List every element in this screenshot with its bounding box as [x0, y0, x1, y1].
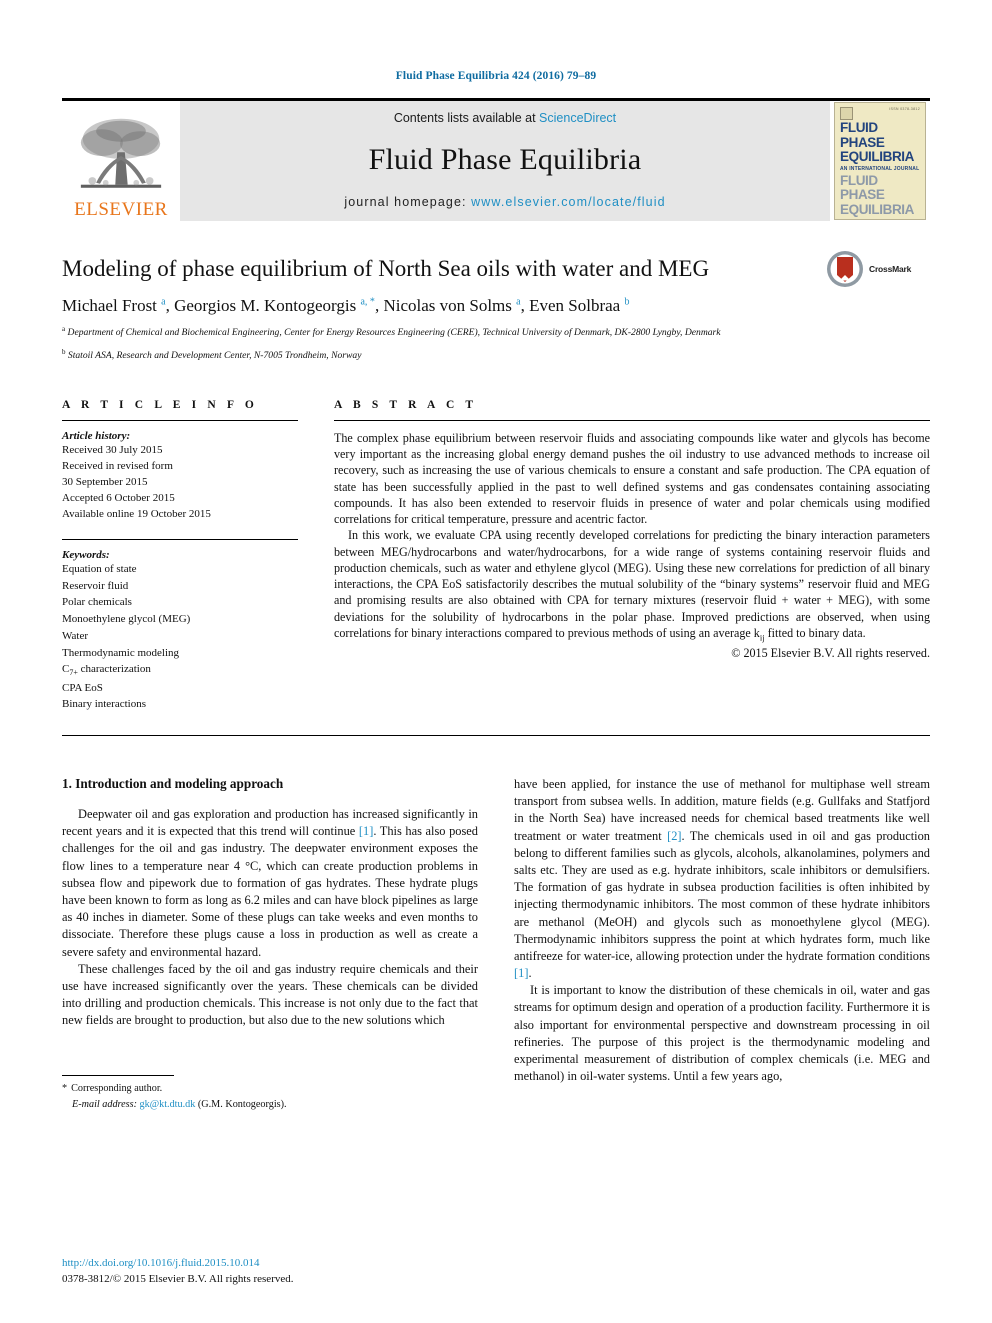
affiliation-a: a Department of Chemical and Biochemical…	[62, 325, 930, 340]
history-item: Available online 19 October 2015	[62, 508, 211, 520]
email-address-label: E-mail address:	[72, 1098, 137, 1110]
divider	[62, 419, 298, 421]
author-mark: a, *	[360, 296, 375, 308]
section-heading-introduction: 1. Introduction and modeling approach	[62, 776, 284, 792]
article-history-label: Article history:	[62, 429, 131, 442]
journal-cover-block: ISSN 0378-3812 FLUID PHASE EQUILIBRIA AN…	[830, 101, 930, 221]
keyword-item: CPA EoS	[62, 681, 103, 694]
affiliation-mark: a	[62, 325, 66, 334]
abstract-copyright: © 2015 Elsevier B.V. All rights reserved…	[731, 645, 930, 660]
asterisk-icon: *	[62, 1083, 68, 1095]
sciencedirect-link[interactable]: ScienceDirect	[539, 111, 616, 125]
body-columns: 1. Introduction and modeling approach De…	[62, 776, 930, 1112]
body-paragraph: These challenges faced by the oil and ga…	[62, 961, 478, 1028]
corresponding-author-text: Corresponding author.	[71, 1083, 163, 1095]
subscript: ij	[759, 632, 765, 643]
contents-list-line: Contents lists available at ScienceDirec…	[394, 111, 616, 125]
footnote-email: E-mail address: gk@kt.dtu.dk (G.M. Konto…	[62, 1097, 478, 1112]
affiliation-b-text: Statoil ASA, Research and Development Ce…	[67, 350, 362, 362]
keyword-item: Equation of state	[62, 563, 137, 576]
journal-homepage-line: journal homepage: www.elsevier.com/locat…	[344, 195, 665, 209]
article-info-column: A R T I C L E I N F O Article history: R…	[62, 399, 298, 713]
body-paragraph: Deepwater oil and gas exploration and pr…	[62, 807, 478, 959]
elsevier-tree-icon	[80, 118, 162, 188]
contents-prefix: Contents lists available at	[393, 111, 540, 125]
divider	[334, 419, 930, 421]
journal-article-page: Fluid Phase Equilibria 424 (2016) 79–89	[0, 0, 992, 1323]
journal-cover-thumbnail: ISSN 0378-3812 FLUID PHASE EQUILIBRIA AN…	[834, 102, 926, 220]
citation-ref[interactable]: [1]	[514, 966, 528, 980]
abstract-heading: A B S T R A C T	[334, 398, 478, 411]
abstract-paragraph: The complex phase equilibrium between re…	[334, 430, 930, 527]
keyword-item: Binary interactions	[62, 698, 147, 711]
footnote-corresponding: * Corresponding author.	[62, 1081, 478, 1096]
email-link[interactable]: gk@kt.dtu.dk	[140, 1099, 196, 1110]
body-paragraph: have been applied, for instance the use …	[514, 777, 930, 981]
corresponding-author-footnote: * Corresponding author. E-mail address: g…	[62, 1075, 478, 1112]
author-mark: a	[516, 296, 521, 308]
citation-ref[interactable]: [2]	[667, 829, 681, 843]
keyword-item: Reservoir fluid	[62, 579, 129, 592]
elsevier-wordmark: ELSEVIER	[74, 199, 168, 220]
subscript: 7+	[69, 668, 78, 678]
affiliation-a-text: Department of Chemical and Biochemical E…	[67, 327, 721, 339]
page-title: Modeling of phase equilibrium of North S…	[62, 256, 710, 281]
history-item: Received 30 July 2015	[62, 443, 163, 456]
email-owner: (G.M. Kontogeorgis).	[197, 1098, 287, 1110]
info-abstract-row: A R T I C L E I N F O Article history: R…	[62, 399, 930, 713]
journal-title: Fluid Phase Equilibria	[368, 143, 642, 176]
footnote-divider	[62, 1075, 174, 1077]
body-text-left: Deepwater oil and gas exploration and pr…	[62, 806, 478, 1029]
page-footer: http://dx.doi.org/10.1016/j.fluid.2015.1…	[62, 1256, 492, 1287]
section-divider	[62, 735, 930, 737]
journal-band: Contents lists available at ScienceDirec…	[180, 101, 830, 221]
cover-elsevier-icon	[840, 107, 853, 120]
cover-subtitle: AN INTERNATIONAL JOURNAL	[840, 165, 920, 172]
running-head: Fluid Phase Equilibria 424 (2016) 79–89	[395, 70, 597, 82]
body-text-right: have been applied, for instance the use …	[514, 776, 930, 1085]
history-item: 30 September 2015	[62, 475, 148, 488]
cover-header-row: ISSN 0378-3812	[840, 107, 920, 121]
keywords-label: Keywords:	[62, 549, 110, 562]
abstract-body: The complex phase equilibrium between re…	[334, 430, 930, 644]
journal-homepage-link[interactable]: www.elsevier.com/locate/fluid	[471, 195, 665, 209]
cover-line-3: FLUID PHASE	[840, 172, 885, 203]
cover-line-1: FLUID PHASE	[840, 120, 885, 150]
journal-masthead: ELSEVIER Contents lists available at Sci…	[62, 98, 930, 221]
keyword-item: Thermodynamic modeling	[62, 646, 179, 659]
divider	[62, 539, 298, 541]
author-list: Michael Frost a, Georgios M. Kontogeorgi…	[62, 296, 630, 316]
crossmark-label: CrossMark	[869, 264, 912, 274]
crossmark-badge[interactable]: CrossMark	[826, 249, 930, 289]
article-info-heading: A R T I C L E I N F O	[62, 398, 258, 411]
keyword-item-c7: C7+ characterization	[62, 663, 151, 678]
abstract-column: A B S T R A C T The complex phase equili…	[334, 399, 930, 713]
cover-line-4: EQUILIBRIA	[840, 201, 915, 217]
history-item: Accepted 6 October 2015	[62, 491, 175, 504]
history-item: Received in revised form	[62, 459, 173, 472]
issn-copyright: 0378-3812/© 2015 Elsevier B.V. All right…	[62, 1272, 294, 1285]
affiliation-b: b Statoil ASA, Research and Development …	[62, 348, 930, 363]
elsevier-logo-block: ELSEVIER	[62, 101, 180, 221]
body-paragraph: It is important to know the distribution…	[514, 983, 930, 1084]
article-title-area: CrossMark Modeling of phase equilibrium …	[62, 251, 930, 363]
author-mark: b	[624, 296, 630, 308]
citation-ref[interactable]: [1]	[359, 824, 373, 838]
cover-issn-tag: ISSN 0378-3812	[889, 107, 920, 111]
cover-line-2: EQUILIBRIA	[840, 149, 915, 165]
doi-link[interactable]: http://dx.doi.org/10.1016/j.fluid.2015.1…	[62, 1256, 492, 1272]
keyword-item: Polar chemicals	[62, 596, 132, 609]
crossmark-icon	[827, 251, 863, 287]
keyword-item: Monoethylene glycol (MEG)	[62, 613, 191, 626]
affiliation-mark: b	[62, 348, 66, 357]
abstract-paragraph-2: In this work, we evaluate CPA using rece…	[334, 528, 930, 643]
body-column-left: 1. Introduction and modeling approach De…	[62, 776, 478, 1112]
author-mark: a	[161, 296, 166, 308]
keyword-item: Water	[62, 629, 88, 642]
body-column-right: have been applied, for instance the use …	[514, 776, 930, 1112]
homepage-prefix: journal homepage:	[344, 195, 472, 209]
